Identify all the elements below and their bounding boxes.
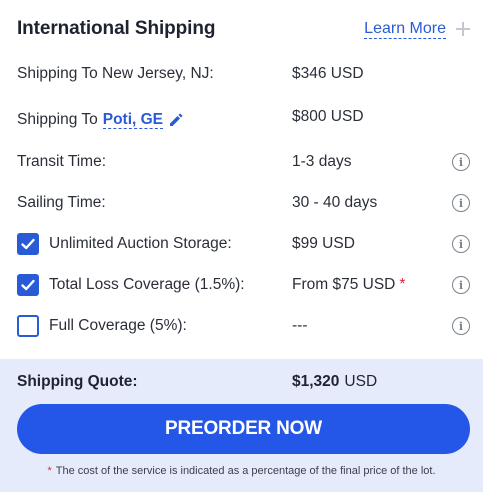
info-icon[interactable]: i bbox=[452, 276, 470, 294]
learn-more-link[interactable]: Learn More bbox=[364, 20, 446, 39]
row-value: $800 USD bbox=[292, 108, 364, 125]
row-sailing-time: Sailing Time: 30 - 40 days i bbox=[17, 189, 470, 217]
row-transit-time: Transit Time: 1-3 days i bbox=[17, 148, 470, 176]
row-label: Sailing Time: bbox=[17, 194, 106, 211]
full-coverage-label: Full Coverage (5%): bbox=[49, 317, 187, 334]
info-icon[interactable]: i bbox=[452, 317, 470, 335]
row-label: Full Coverage (5%): bbox=[17, 315, 292, 337]
checkbox-check-icon bbox=[21, 279, 35, 291]
row-label-prefix: Shipping To bbox=[17, 111, 98, 128]
row-value: 30 - 40 days bbox=[292, 194, 378, 211]
header: International Shipping Learn More bbox=[17, 16, 470, 42]
row-label: Unlimited Auction Storage: bbox=[17, 233, 292, 255]
row-value: From $75 USD * bbox=[292, 276, 452, 294]
row-label: Shipping To Poti, GE bbox=[17, 111, 292, 129]
total-loss-label: Total Loss Coverage (1.5%): bbox=[49, 276, 245, 293]
row-auction-storage: Unlimited Auction Storage: $99 USD i bbox=[17, 230, 470, 258]
info-icon[interactable]: i bbox=[452, 194, 470, 212]
total-loss-checkbox[interactable] bbox=[17, 274, 39, 296]
quote-amount: $1,320 bbox=[292, 373, 340, 390]
footnote-text: The cost of the service is indicated as … bbox=[55, 465, 436, 477]
row-total-loss: Total Loss Coverage (1.5%): From $75 USD… bbox=[17, 271, 470, 299]
row-label: Total Loss Coverage (1.5%): bbox=[17, 274, 292, 296]
footnote: * The cost of the service is indicated as… bbox=[0, 465, 483, 477]
required-asterisk: * bbox=[399, 276, 406, 293]
row-value: --- bbox=[292, 317, 308, 334]
total-loss-value: From $75 USD bbox=[292, 276, 396, 293]
preorder-button[interactable]: PREORDER NOW bbox=[17, 404, 470, 454]
page-title: International Shipping bbox=[17, 18, 216, 39]
quote-currency: USD bbox=[344, 373, 378, 390]
header-actions: Learn More bbox=[364, 20, 470, 39]
pencil-icon[interactable] bbox=[168, 112, 184, 128]
storage-checkbox[interactable] bbox=[17, 233, 39, 255]
quote-row: Shipping Quote: $1,320 USD bbox=[17, 371, 470, 393]
row-value: 1-3 days bbox=[292, 153, 352, 170]
quote-panel: Shipping Quote: $1,320 USD PREORDER NOW … bbox=[0, 359, 483, 492]
plus-icon[interactable] bbox=[456, 22, 470, 36]
info-icon[interactable]: i bbox=[452, 153, 470, 171]
row-full-coverage: Full Coverage (5%): --- i bbox=[17, 312, 470, 340]
full-coverage-checkbox[interactable] bbox=[17, 315, 39, 337]
info-icon[interactable]: i bbox=[452, 235, 470, 253]
row-shipping-destination: Shipping To Poti, GE $800 USD bbox=[17, 106, 470, 134]
row-shipping-nj: Shipping To New Jersey, NJ: $346 USD bbox=[17, 60, 470, 88]
row-label: Shipping To New Jersey, NJ: bbox=[17, 65, 214, 82]
storage-label: Unlimited Auction Storage: bbox=[49, 235, 232, 252]
checkbox-check-icon bbox=[21, 238, 35, 250]
destination-link[interactable]: Poti, GE bbox=[102, 111, 164, 129]
row-label: Transit Time: bbox=[17, 153, 106, 170]
row-value: $99 USD bbox=[292, 235, 355, 252]
footnote-asterisk: * bbox=[47, 465, 52, 477]
quote-label: Shipping Quote: bbox=[17, 373, 138, 390]
row-value: $346 USD bbox=[292, 65, 364, 82]
